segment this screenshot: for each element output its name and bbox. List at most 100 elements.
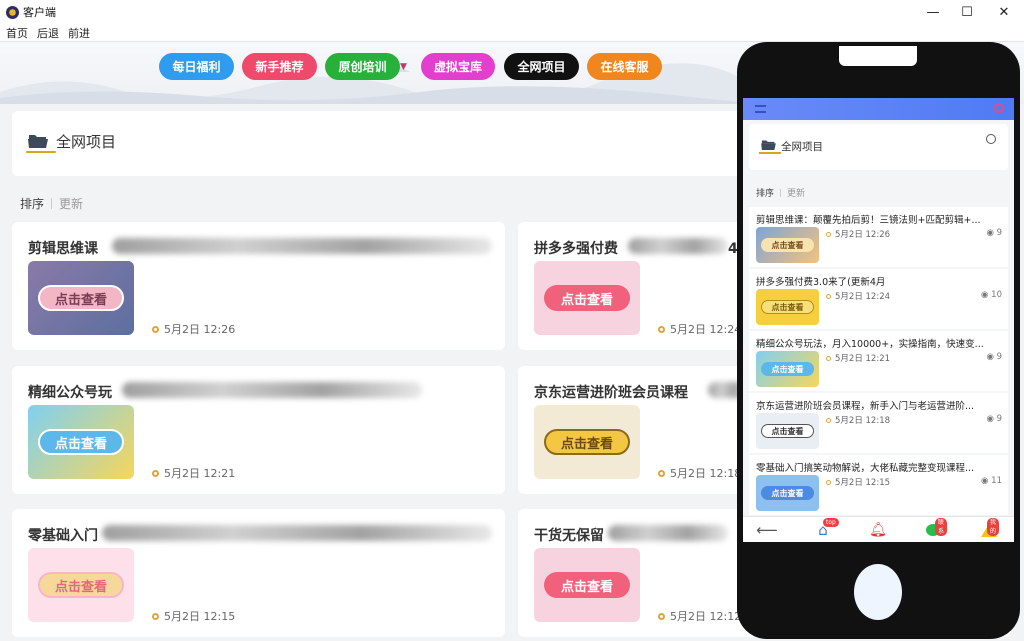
item-thumbnail[interactable]: 点击查看 <box>756 227 819 263</box>
clock-icon <box>826 293 831 299</box>
item-title: 剪辑思维课：颠覆先拍后剪！三镜法则+匹配剪辑+... <box>756 215 981 226</box>
nav-online-service[interactable]: 在线客服 <box>587 53 662 80</box>
view-button[interactable]: 点击查看 <box>761 362 814 376</box>
folder-open-icon <box>761 140 776 150</box>
time-text: 5月2日 12:24 <box>835 292 891 302</box>
card-thumbnail[interactable]: 点击查看 <box>28 405 134 479</box>
time-text: 5月2日 12:24 <box>670 323 742 336</box>
phone-list-item[interactable]: 精细公众号玩法，月入10000+，实操指南，快速变... 点击查看 5月2日 1… <box>749 331 1008 391</box>
redacted-title <box>608 525 728 541</box>
view-button[interactable]: 点击查看 <box>761 486 814 500</box>
card-thumbnail[interactable]: 点击查看 <box>534 548 640 622</box>
sort-bar: 排序 更新 <box>20 195 83 212</box>
card-title: 拼多多强付费 <box>534 241 618 257</box>
page-title: 全网项目 <box>56 133 117 151</box>
card-time: 5月2日 12:18 <box>658 465 741 481</box>
phone-list-item[interactable]: 京东运营进阶班会员课程，新手入门与老运营进阶... 点击查看 5月2日 12:1… <box>749 393 1008 453</box>
card-time: 5月2日 12:24 <box>658 321 741 337</box>
header-underline <box>26 151 56 153</box>
views-text: 9 <box>996 414 1002 424</box>
menu-home[interactable]: 首页 <box>6 25 28 41</box>
item-thumbnail[interactable]: 点击查看 <box>756 351 819 387</box>
update-tab[interactable]: 更新 <box>59 195 83 212</box>
card-thumbnail[interactable]: 点击查看 <box>534 405 640 479</box>
sort-tab[interactable]: 排序 <box>20 195 44 212</box>
clock-icon <box>658 469 665 477</box>
eye-icon: ◉ <box>986 352 997 362</box>
home-icon[interactable]: ⌂ top <box>813 518 839 539</box>
back-arrow-icon[interactable]: ⟵ <box>756 521 778 539</box>
view-button[interactable]: 点击查看 <box>38 572 124 598</box>
project-card[interactable]: 零基础入门 点击查看 5月2日 12:15 <box>12 509 505 637</box>
card-title: 剪辑思维课 <box>28 241 98 257</box>
phone-list-item[interactable]: 拼多多强付费3.0来了(更新4月 点击查看 5月2日 12:24 ◉ 10 <box>749 269 1008 329</box>
nav-daily-benefits[interactable]: 每日福利 <box>159 53 234 80</box>
view-button[interactable]: 点击查看 <box>544 572 630 598</box>
time-text: 5月2日 12:15 <box>835 478 891 488</box>
header-underline <box>759 152 781 154</box>
item-thumbnail[interactable]: 点击查看 <box>756 289 819 325</box>
card-title: 零基础入门 <box>28 528 98 544</box>
bell-icon[interactable]: 🔔︎ <box>868 521 888 539</box>
phone-page-title: 全网项目 <box>781 141 823 153</box>
item-time: 5月2日 12:15 <box>826 476 890 488</box>
project-card[interactable]: 精细公众号玩 点击查看 5月2日 12:21 <box>12 366 505 494</box>
phone-screen: 全网项目 排序 更新 剪辑思维课：颠覆先拍后剪！三镜法则+匹配剪辑+... 点击… <box>743 98 1014 542</box>
view-button[interactable]: 点击查看 <box>761 300 814 314</box>
view-button[interactable]: 点击查看 <box>761 238 814 252</box>
card-thumbnail[interactable]: 点击查看 <box>28 548 134 622</box>
phone-preview: 全网项目 排序 更新 剪辑思维课：颠覆先拍后剪！三镜法则+匹配剪辑+... 点击… <box>737 42 1020 639</box>
view-count: ◉ 9 <box>986 352 1002 362</box>
view-button[interactable]: 点击查看 <box>38 429 124 455</box>
menu-bar: 首页 后退 前进 <box>0 24 1024 42</box>
clock-icon <box>826 479 831 485</box>
view-button[interactable]: 点击查看 <box>544 429 630 455</box>
sort-tab[interactable]: 排序 <box>756 186 774 199</box>
view-count: ◉ 11 <box>981 476 1002 486</box>
view-button[interactable]: 点击查看 <box>544 285 630 311</box>
section-header: 全网项目 <box>12 111 742 176</box>
nav-original-training[interactable]: 原创培训 <box>325 53 400 80</box>
redacted-title <box>112 238 492 254</box>
phone-list-item[interactable]: 零基础入门搞笑动物解说，大佬私藏完整变现课程... 点击查看 5月2日 12:1… <box>749 455 1008 515</box>
wechat-icon[interactable]: 联系 <box>923 518 948 539</box>
view-count: ◉ 10 <box>981 290 1002 300</box>
views-text: 10 <box>991 290 1002 300</box>
window-title: 客户端 <box>23 6 56 19</box>
view-button[interactable]: 点击查看 <box>761 424 814 438</box>
card-title: 精细公众号玩 <box>28 385 112 401</box>
nav-newbie-recommend[interactable]: 新手推荐 <box>242 53 317 80</box>
card-thumbnail[interactable]: 点击查看 <box>28 261 134 335</box>
update-tab[interactable]: 更新 <box>787 186 805 199</box>
nav-all-projects[interactable]: 全网项目 <box>504 53 579 80</box>
time-text: 5月2日 12:21 <box>164 467 236 480</box>
item-thumbnail[interactable]: 点击查看 <box>756 475 819 511</box>
nav-virtual-vault[interactable]: 虚拟宝库 <box>421 53 495 80</box>
item-title: 零基础入门搞笑动物解说，大佬私藏完整变现课程... <box>756 463 975 474</box>
project-card[interactable]: 剪辑思维课 点击查看 5月2日 12:26 <box>12 222 505 350</box>
view-button[interactable]: 点击查看 <box>38 285 124 311</box>
card-thumbnail[interactable]: 点击查看 <box>534 261 640 335</box>
item-thumbnail[interactable]: 点击查看 <box>756 413 819 449</box>
top-badge: top <box>823 518 839 527</box>
search-icon[interactable] <box>986 134 996 144</box>
eye-icon: ◉ <box>986 228 997 238</box>
item-time: 5月2日 12:21 <box>826 352 890 364</box>
close-button[interactable]: ✕ <box>984 0 1024 24</box>
item-time: 5月2日 12:26 <box>826 228 890 240</box>
menu-back[interactable]: 后退 <box>37 25 59 41</box>
card-time: 5月2日 12:12 <box>658 608 741 624</box>
menu-icon[interactable] <box>755 105 766 113</box>
chevron-down-icon[interactable]: ▼ <box>400 62 407 72</box>
phone-home-button[interactable] <box>854 564 902 620</box>
clock-icon <box>152 612 159 620</box>
contact-badge: 联系 <box>935 518 948 536</box>
redacted-title <box>122 382 422 398</box>
search-icon[interactable] <box>994 103 1004 113</box>
phone-section-header: 全网项目 <box>749 124 1008 170</box>
menu-forward[interactable]: 前进 <box>68 25 90 41</box>
maximize-button[interactable]: ☐ <box>947 0 987 24</box>
phone-list-item[interactable]: 剪辑思维课：颠覆先拍后剪！三镜法则+匹配剪辑+... 点击查看 5月2日 12:… <box>749 207 1008 267</box>
user-icon[interactable]: 我的 <box>979 518 1000 539</box>
card-time: 5月2日 12:15 <box>152 608 235 624</box>
